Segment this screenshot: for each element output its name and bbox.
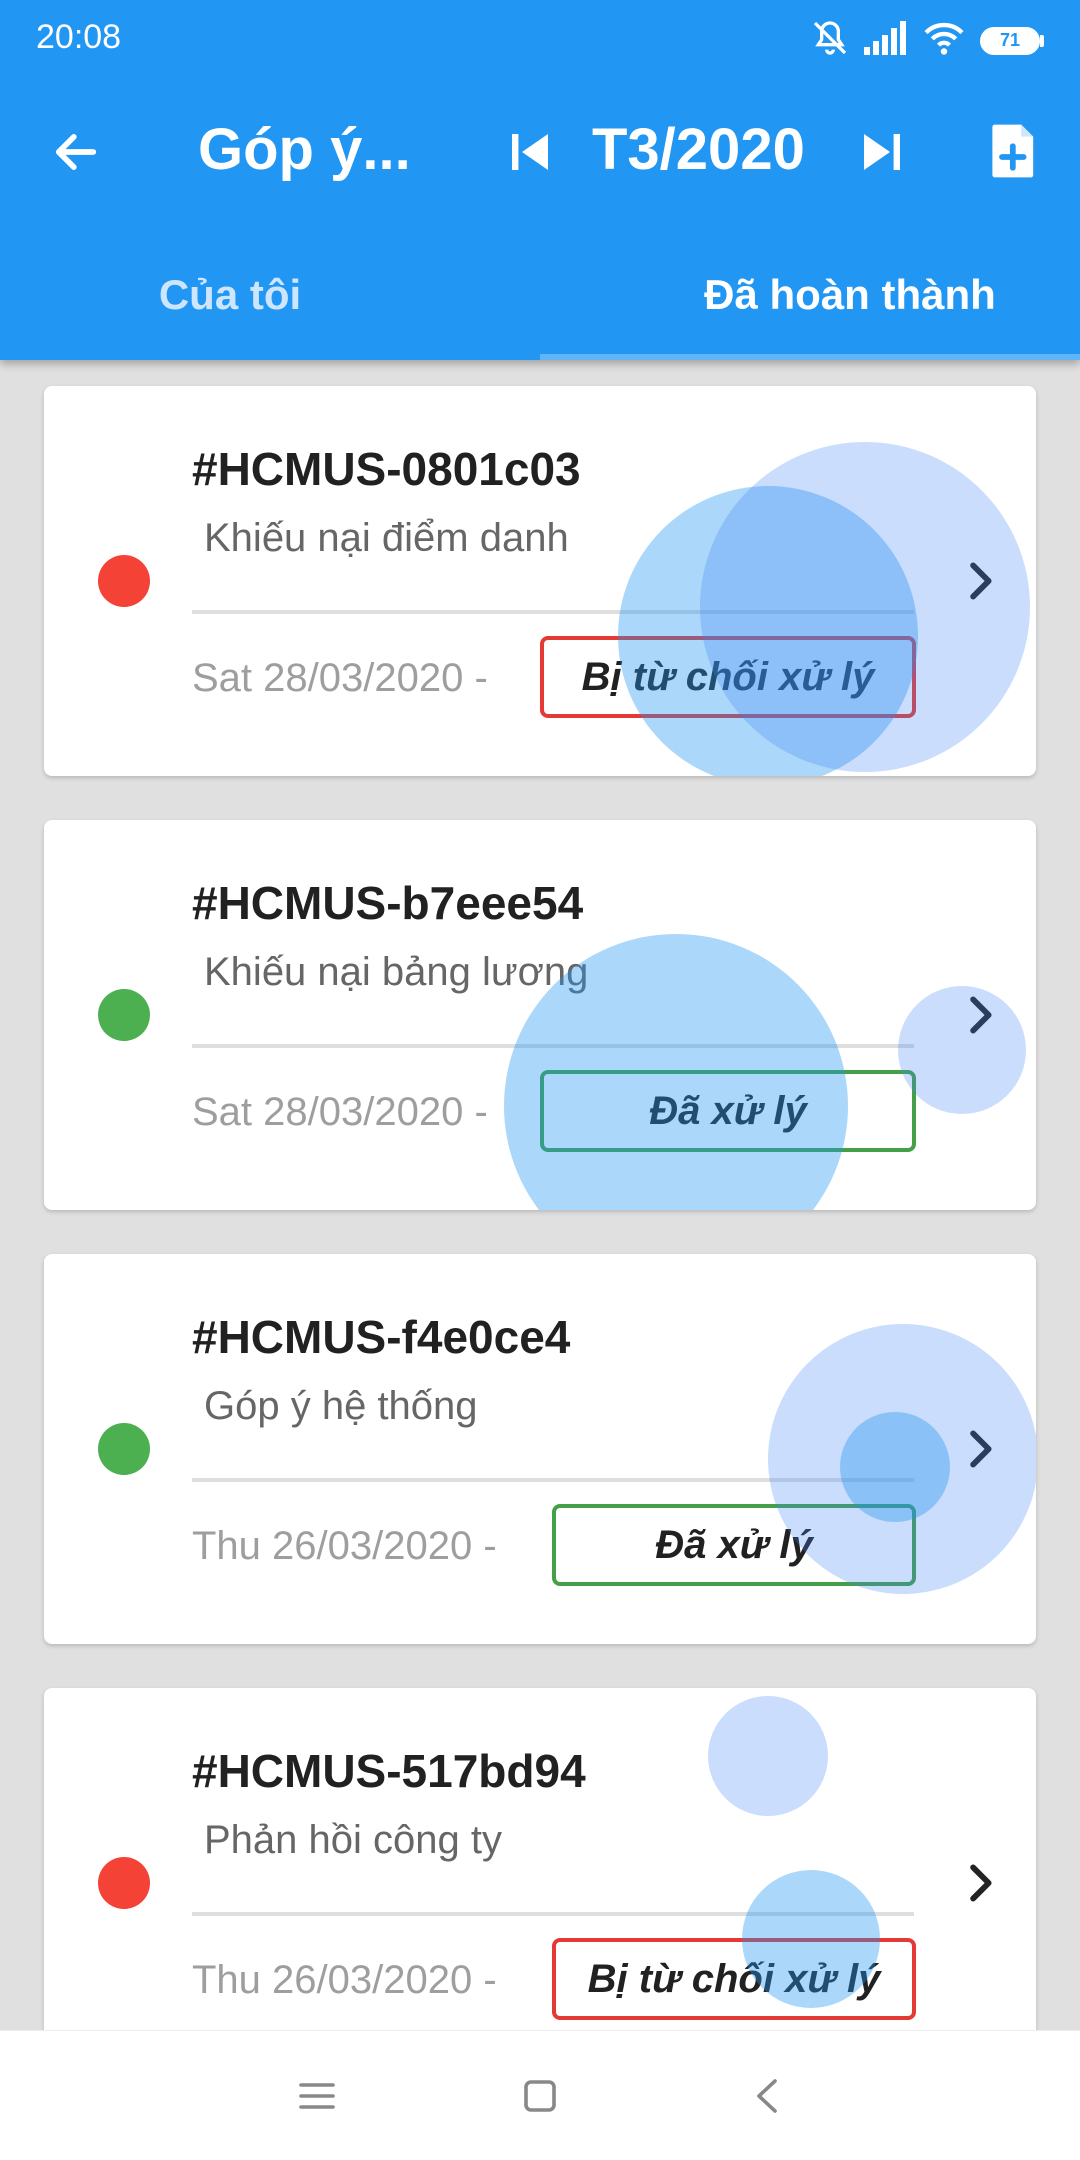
divider — [192, 1478, 914, 1482]
app-bar: 20:08 71 Góp ý... T3/2020 Của tôi Đã hoà… — [0, 0, 1080, 360]
list-item[interactable]: #HCMUS-0801c03 Khiếu nại điểm danh Sat 2… — [44, 386, 1036, 776]
tab-completed[interactable]: Đã hoàn thành — [540, 230, 1080, 360]
status-badge: Bị từ chối xử lý — [552, 1938, 916, 2020]
wifi-icon — [922, 20, 966, 61]
status-badge: Bị từ chối xử lý — [540, 636, 916, 718]
tab-indicator — [540, 354, 1080, 360]
back-arrow-icon[interactable] — [44, 120, 108, 184]
tab-bar: Của tôi Đã hoàn thành — [0, 230, 1080, 360]
ticket-date: Thu 26/03/2020 - — [192, 1524, 497, 1568]
ticket-code: #HCMUS-517bd94 — [192, 1745, 586, 1797]
ticket-subject: Phản hồi công ty — [204, 1818, 502, 1862]
touch-ripple — [708, 1696, 828, 1816]
tab-mine[interactable]: Của tôi — [0, 230, 540, 360]
status-badge: Đã xử lý — [540, 1070, 916, 1152]
status-dot — [98, 989, 150, 1041]
ticket-subject: Khiếu nại điểm danh — [204, 516, 569, 560]
ticket-code: #HCMUS-b7eee54 — [192, 877, 584, 929]
status-dot — [98, 1857, 150, 1909]
battery-cap — [1040, 34, 1044, 47]
status-time: 20:08 — [36, 18, 122, 56]
chevron-right-icon[interactable] — [952, 980, 1012, 1050]
battery-icon: 71 — [980, 26, 1044, 55]
ticket-date: Sat 28/03/2020 - — [192, 1090, 488, 1134]
ticket-date: Thu 26/03/2020 - — [192, 1958, 497, 2002]
skip-next-icon[interactable] — [854, 122, 910, 182]
home-icon[interactable] — [505, 2061, 575, 2131]
list-item[interactable]: #HCMUS-b7eee54 Khiếu nại bảng lương Sat … — [44, 820, 1036, 1210]
ticket-subject: Góp ý hệ thống — [204, 1384, 478, 1428]
chevron-right-icon[interactable] — [952, 1848, 1012, 1918]
list-item[interactable]: #HCMUS-f4e0ce4 Góp ý hệ thống Thu 26/03/… — [44, 1254, 1036, 1644]
list-item[interactable]: #HCMUS-517bd94 Phản hồi công ty Thu 26/0… — [44, 1688, 1036, 2030]
divider — [192, 610, 914, 614]
feedback-list: #HCMUS-0801c03 Khiếu nại điểm danh Sat 2… — [0, 360, 1080, 2030]
ticket-subject: Khiếu nại bảng lương — [204, 950, 589, 994]
status-badge: Đã xử lý — [552, 1504, 916, 1586]
page-title: Góp ý... — [198, 117, 411, 182]
period-label: T3/2020 — [592, 117, 805, 182]
back-icon[interactable] — [732, 2061, 802, 2131]
touch-ripple — [618, 486, 918, 776]
system-nav-bar — [0, 2030, 1080, 2160]
ticket-code: #HCMUS-f4e0ce4 — [192, 1311, 571, 1363]
screen: 20:08 71 Góp ý... T3/2020 Của tôi Đã hoà… — [0, 0, 1080, 2160]
battery-level: 71 — [980, 26, 1040, 55]
status-dot — [98, 555, 150, 607]
chevron-right-icon[interactable] — [952, 1414, 1012, 1484]
toolbar: Góp ý... T3/2020 — [0, 80, 1080, 220]
add-document-icon[interactable] — [984, 116, 1044, 186]
ticket-code: #HCMUS-0801c03 — [192, 443, 581, 495]
divider — [192, 1044, 914, 1048]
ticket-date: Sat 28/03/2020 - — [192, 656, 488, 700]
chevron-right-icon[interactable] — [952, 546, 1012, 616]
status-icons: 71 — [810, 18, 1044, 63]
status-dot — [98, 1423, 150, 1475]
divider — [192, 1912, 914, 1916]
skip-previous-icon[interactable] — [502, 122, 558, 182]
mute-icon — [810, 18, 850, 63]
signal-icon — [864, 21, 908, 60]
menu-icon[interactable] — [282, 2061, 352, 2131]
status-bar: 20:08 71 — [0, 0, 1080, 80]
